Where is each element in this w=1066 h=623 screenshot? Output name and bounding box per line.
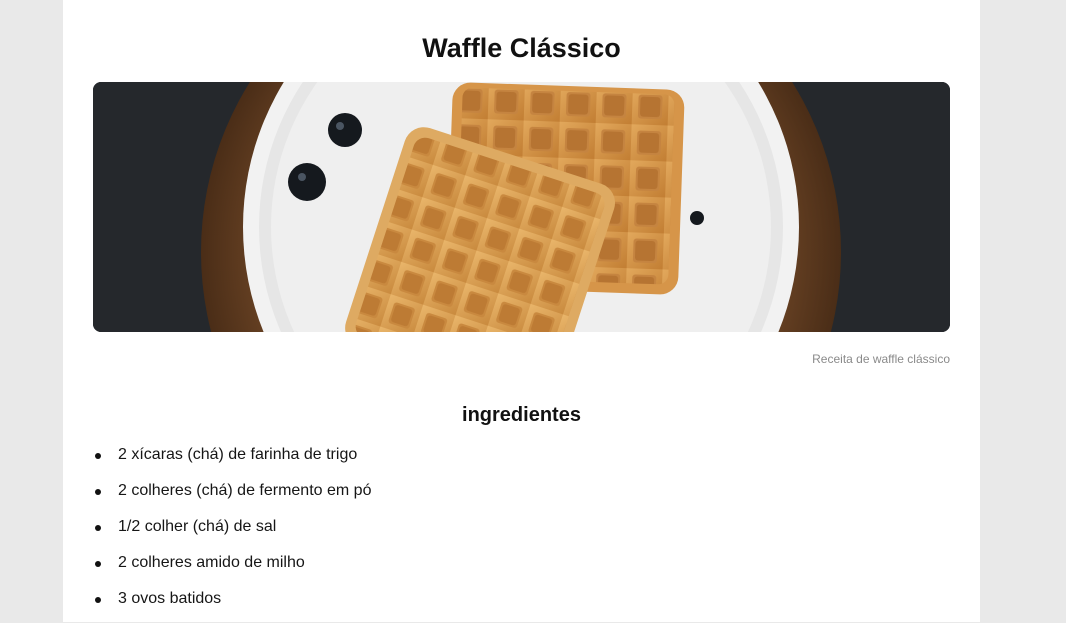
list-item: 3 ovos batidos <box>93 587 371 623</box>
bullet-icon <box>95 489 101 495</box>
ingredient-text: 2 colheres amido de milho <box>118 554 305 571</box>
ingredient-text: 1/2 colher (chá) de sal <box>118 518 277 535</box>
bullet-icon <box>95 453 101 459</box>
page-title: Waffle Clássico <box>422 33 621 63</box>
list-item: 2 colheres (chá) de fermento em pó <box>93 479 371 515</box>
image-caption: Receita de waffle clássico <box>812 352 950 366</box>
waffle-image <box>93 82 950 332</box>
ingredients-list: 2 xícaras (chá) de farinha de trigo 2 co… <box>93 443 371 623</box>
ingredient-text: 3 ovos batidos <box>118 590 222 607</box>
bullet-icon <box>95 525 101 531</box>
ingredient-text: 2 xícaras (chá) de farinha de trigo <box>118 446 358 463</box>
list-item: 2 xícaras (chá) de farinha de trigo <box>93 443 371 479</box>
list-item: 1/2 colher (chá) de sal <box>93 515 371 551</box>
ingredients-heading: ingredientes <box>462 404 581 426</box>
ingredient-text: 2 colheres (chá) de fermento em pó <box>118 482 372 499</box>
list-item: 2 colheres amido de milho <box>93 551 371 587</box>
bullet-icon <box>95 597 101 603</box>
recipe-page: Waffle Clássico Receita de waffle clássi… <box>63 0 980 622</box>
bullet-icon <box>95 561 101 567</box>
